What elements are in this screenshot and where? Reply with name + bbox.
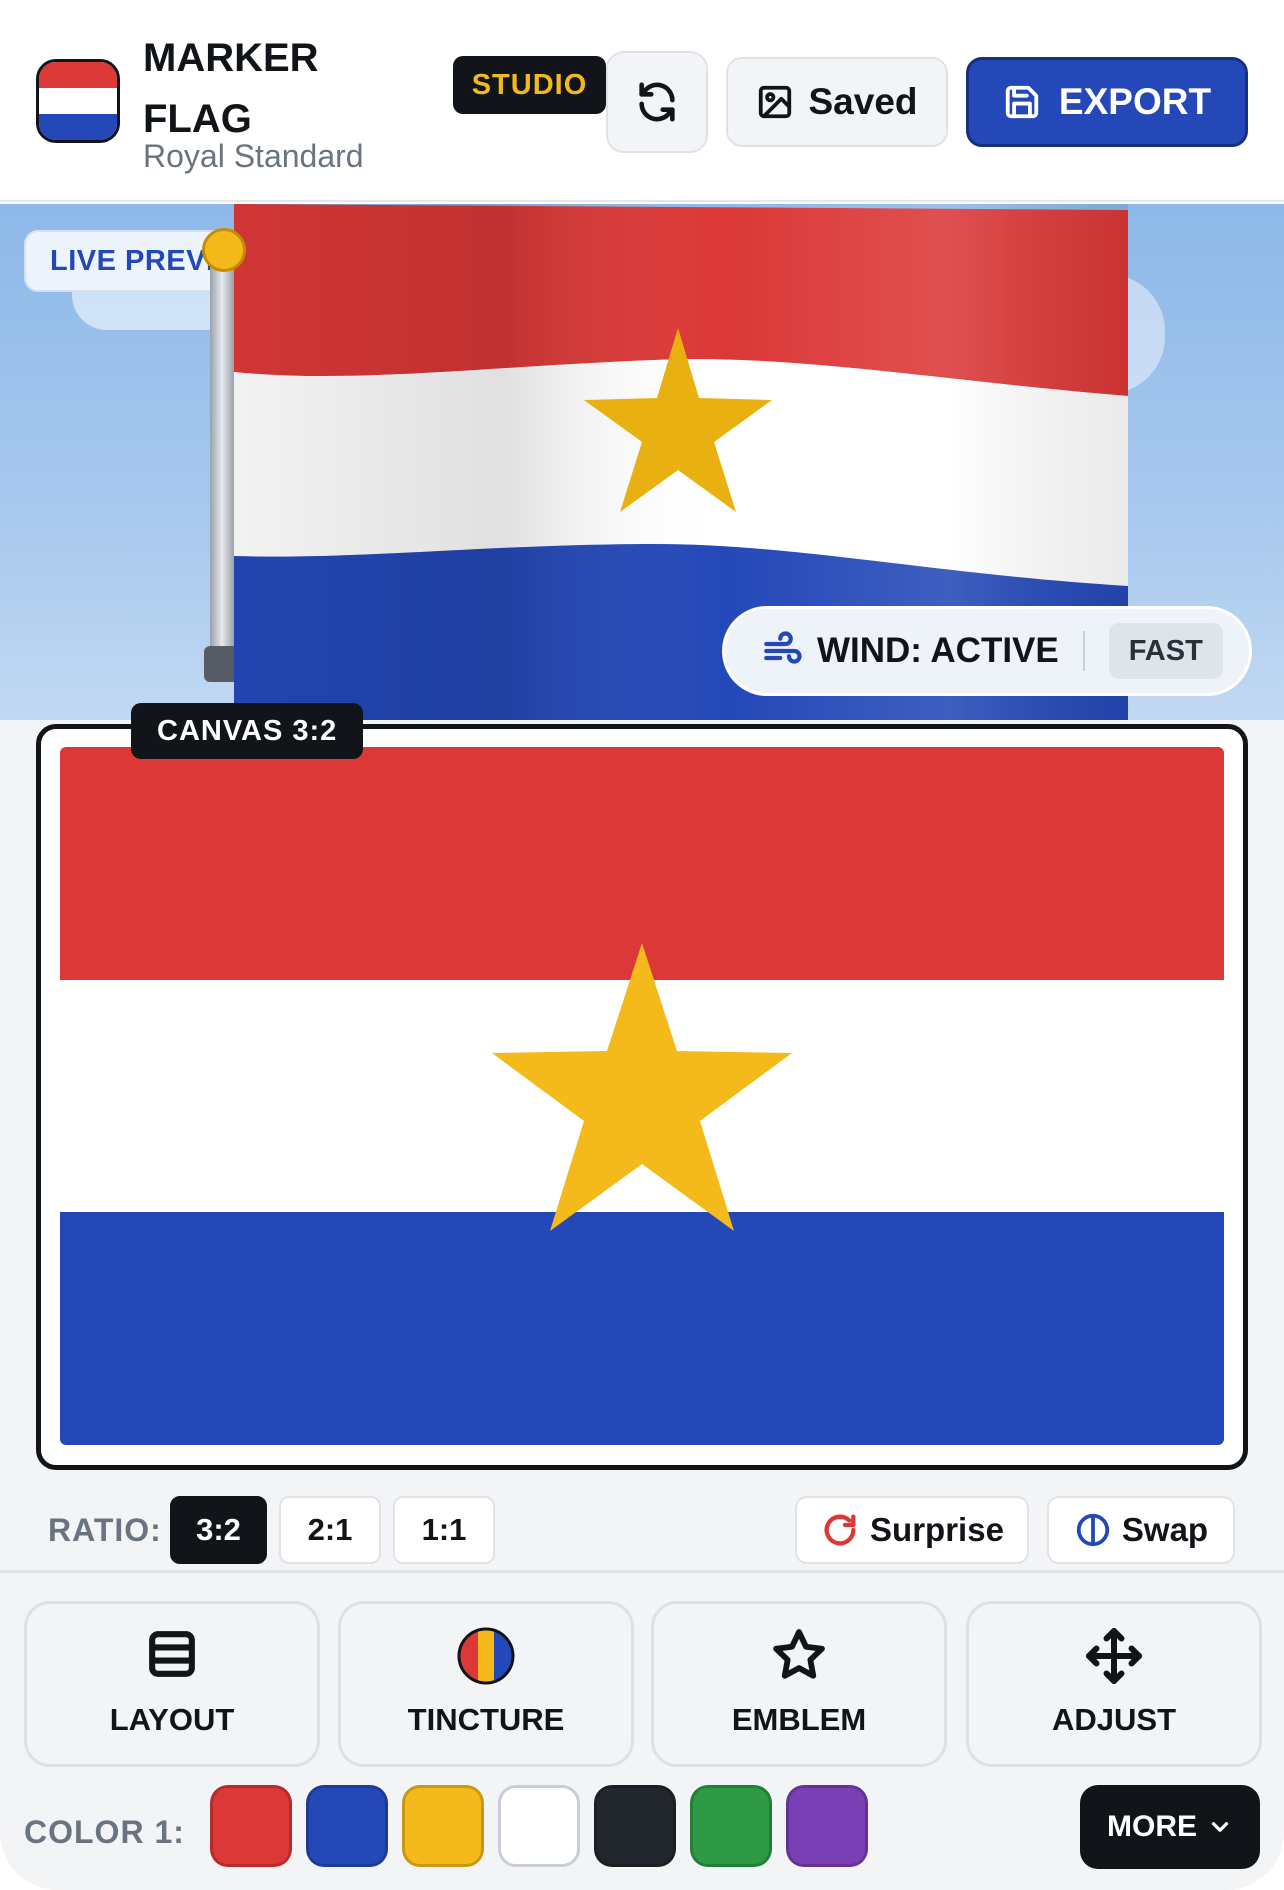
flag-pole — [210, 252, 234, 672]
save-icon — [1005, 85, 1039, 119]
more-button[interactable]: MORE — [1080, 1785, 1260, 1869]
layout-icon — [149, 1631, 195, 1677]
swap-label: Swap — [1121, 1511, 1209, 1548]
tool-emblem[interactable]: EMBLEM — [651, 1601, 947, 1767]
surprise-button[interactable]: Surprise — [795, 1496, 1029, 1564]
tool-label: ADJUST — [1051, 1702, 1176, 1737]
tool-layout[interactable]: LAYOUT — [24, 1601, 320, 1767]
tool-tincture[interactable]: TINCTURE — [338, 1601, 634, 1767]
wind-label: WIND: ACTIVE — [817, 631, 1059, 670]
color-label: COLOR 1: — [24, 1814, 185, 1850]
divider — [1082, 631, 1085, 671]
saved-label: Saved — [808, 81, 918, 122]
more-label: MORE — [1107, 1810, 1197, 1843]
ratio-option-1-1[interactable]: 1:1 — [393, 1496, 495, 1564]
swap-button[interactable]: Swap — [1047, 1496, 1235, 1564]
redo-icon — [824, 1514, 856, 1546]
tool-label: EMBLEM — [731, 1702, 867, 1737]
export-label: EXPORT — [1058, 81, 1212, 122]
tool-label: LAYOUT — [109, 1702, 235, 1737]
live-preview: LIVE PREVIEW WIND: ACTIVE FAST — [0, 204, 1284, 720]
app-frame: MARKER FLAG Royal Standard STUDIO Saved — [0, 0, 1284, 1890]
ratio-option-3-2[interactable]: 3:2 — [170, 1496, 267, 1564]
ratio-option-2-1[interactable]: 2:1 — [279, 1496, 381, 1564]
color-swatch-white[interactable] — [498, 1785, 580, 1867]
star-emblem[interactable] — [60, 747, 1224, 1445]
color-swatch-black[interactable] — [594, 1785, 676, 1867]
ratio-label: RATIO: — [48, 1512, 162, 1548]
star-icon — [773, 1629, 825, 1679]
move-icon — [1086, 1628, 1142, 1684]
export-button[interactable]: EXPORT — [966, 57, 1248, 147]
app-header: MARKER FLAG Royal Standard STUDIO Saved — [0, 0, 1284, 202]
studio-badge: STUDIO — [453, 56, 606, 114]
tools-panel: LAYOUT TINCTURE EMBLEM ADJUST COLOR 1: M… — [0, 1570, 1284, 1890]
contrast-icon — [1076, 1513, 1110, 1547]
flag-pole-finial — [202, 228, 246, 272]
color-swatch-gold[interactable] — [402, 1785, 484, 1867]
saved-button[interactable]: Saved — [726, 57, 948, 147]
surprise-label: Surprise — [870, 1511, 1004, 1548]
tool-label: TINCTURE — [407, 1702, 565, 1737]
app-logo-flag-icon — [36, 59, 120, 143]
color-swatch-purple[interactable] — [786, 1785, 868, 1867]
image-icon — [759, 85, 792, 119]
app-title: MARKER FLAG — [143, 36, 319, 141]
wind-status[interactable]: WIND: ACTIVE FAST — [722, 606, 1252, 696]
flag-design[interactable] — [60, 747, 1224, 1445]
color-swatch-green[interactable] — [690, 1785, 772, 1867]
chevron-down-icon — [1211, 1822, 1229, 1832]
canvas-ratio-tag: CANVAS 3:2 — [131, 703, 364, 759]
refresh-button[interactable] — [606, 51, 708, 153]
wind-icon — [764, 631, 802, 664]
ratio-row: RATIO: 3:2 2:1 1:1 Surprise Swap — [0, 1490, 1284, 1570]
color-swatch-red[interactable] — [210, 1785, 292, 1867]
app-subtitle: Royal Standard — [143, 138, 364, 174]
refresh-icon — [639, 82, 675, 122]
wind-speed-toggle[interactable]: FAST — [1108, 623, 1223, 679]
color-swatch-blue[interactable] — [306, 1785, 388, 1867]
tincture-icon — [457, 1627, 515, 1685]
tool-adjust[interactable]: ADJUST — [966, 1601, 1262, 1767]
